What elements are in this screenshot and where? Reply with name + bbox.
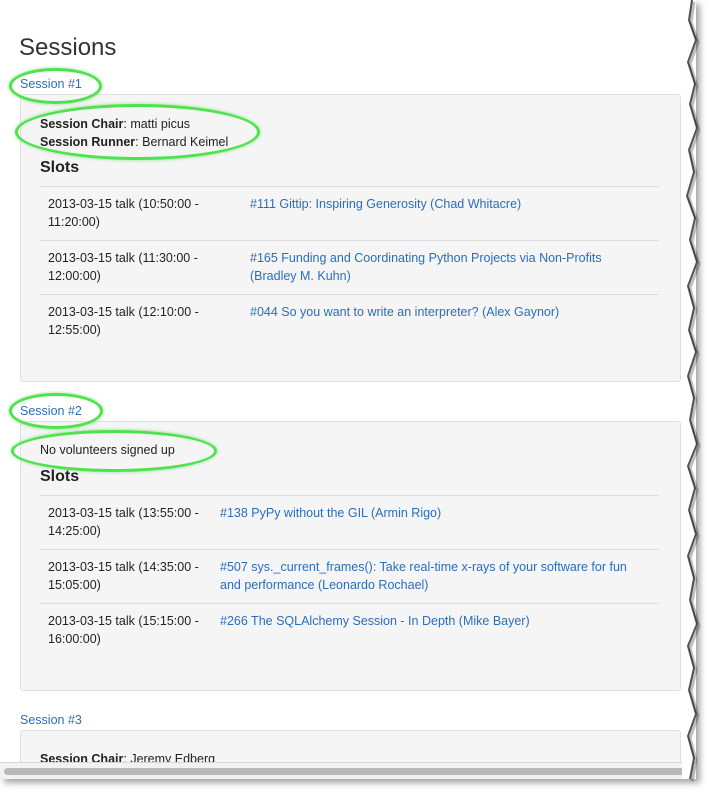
- talk-link[interactable]: #111 Gittip: Inspiring Generosity (Chad …: [250, 197, 521, 211]
- slots-table: 2013-03-15 talk (10:50:00 - 11:20:00) #1…: [40, 186, 659, 348]
- table-row: 2013-03-15 talk (12:10:00 - 12:55:00) #0…: [40, 294, 659, 348]
- slot-talk-cell: #165 Funding and Coordinating Python Pro…: [242, 240, 659, 295]
- slot-time: 2013-03-15 talk (14:35:00 - 15:05:00): [40, 549, 212, 604]
- talk-link[interactable]: #165 Funding and Coordinating Python Pro…: [250, 251, 602, 283]
- highlight-ellipse: [11, 430, 217, 472]
- highlight-ellipse: [9, 393, 103, 429]
- slot-talk-cell: #507 sys._current_frames(): Take real-ti…: [212, 549, 659, 604]
- slot-talk-cell: #266 The SQLAlchemy Session - In Depth (…: [212, 603, 659, 657]
- slots-table: 2013-03-15 talk (13:55:00 - 14:25:00) #1…: [40, 495, 659, 657]
- slot-talk-cell: #138 PyPy without the GIL (Armin Rigo): [212, 495, 659, 550]
- session-3-link[interactable]: Session #3: [20, 713, 82, 727]
- scrollbar-thumb[interactable]: [4, 768, 686, 775]
- talk-link[interactable]: #138 PyPy without the GIL (Armin Rigo): [220, 506, 441, 520]
- table-row: 2013-03-15 talk (11:30:00 - 12:00:00) #1…: [40, 240, 659, 295]
- table-row: 2013-03-15 talk (15:15:00 - 16:00:00) #2…: [40, 603, 659, 657]
- highlight-ellipse: [15, 104, 260, 160]
- slot-time: 2013-03-15 talk (15:15:00 - 16:00:00): [40, 603, 212, 657]
- highlight-ellipse: [9, 68, 102, 104]
- talk-link[interactable]: #507 sys._current_frames(): Take real-ti…: [220, 560, 627, 592]
- slot-time: 2013-03-15 talk (10:50:00 - 11:20:00): [40, 186, 242, 241]
- browser-page: Sessions Session #1 Session Chair: matti…: [0, 0, 696, 779]
- torn-edge: [682, 0, 701, 782]
- page-title: Sessions: [19, 34, 117, 61]
- table-row: 2013-03-15 talk (13:55:00 - 14:25:00) #1…: [40, 495, 659, 550]
- talk-link[interactable]: #266 The SQLAlchemy Session - In Depth (…: [220, 614, 530, 628]
- slot-time: 2013-03-15 talk (11:30:00 - 12:00:00): [40, 240, 242, 295]
- horizontal-scrollbar[interactable]: [0, 762, 696, 779]
- slot-talk-cell: #044 So you want to write an interpreter…: [242, 294, 659, 348]
- table-row: 2013-03-15 talk (14:35:00 - 15:05:00) #5…: [40, 549, 659, 604]
- slots-heading: Slots: [40, 468, 80, 485]
- slot-time: 2013-03-15 talk (13:55:00 - 14:25:00): [40, 495, 212, 550]
- talk-link[interactable]: #044 So you want to write an interpreter…: [250, 305, 559, 319]
- slot-time: 2013-03-15 talk (12:10:00 - 12:55:00): [40, 294, 242, 348]
- slots-heading: Slots: [40, 159, 80, 176]
- slot-talk-cell: #111 Gittip: Inspiring Generosity (Chad …: [242, 186, 659, 241]
- table-row: 2013-03-15 talk (10:50:00 - 11:20:00) #1…: [40, 186, 659, 241]
